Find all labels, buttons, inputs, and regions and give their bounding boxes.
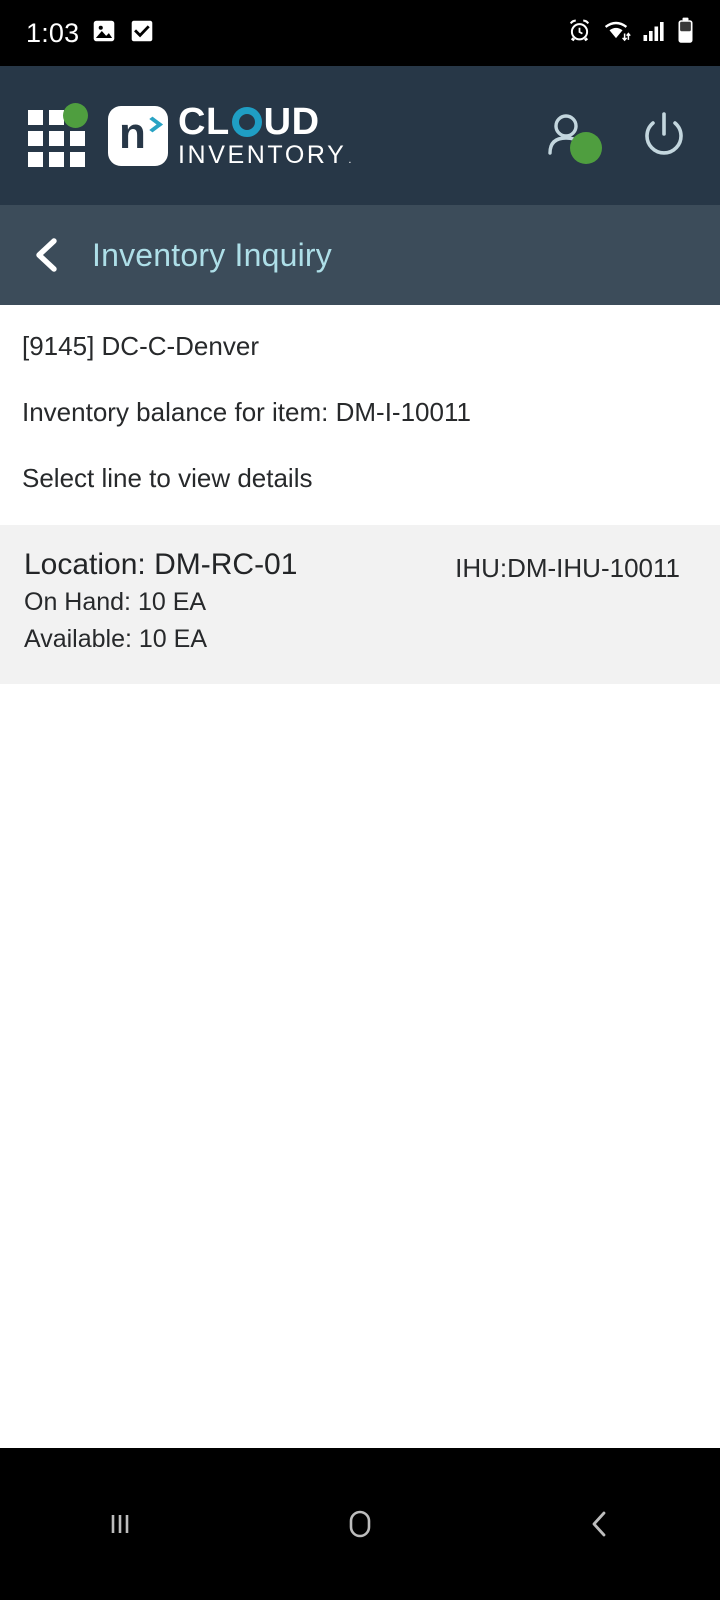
power-logout-button[interactable] [636,108,692,164]
home-icon [349,1510,371,1538]
main-content: [9145] DC-C-Denver Inventory balance for… [0,305,720,525]
inventory-row-left: Location: DM-RC-01 On Hand: 10 EA Availa… [24,547,455,658]
inventory-row[interactable]: Location: DM-RC-01 On Hand: 10 EA Availa… [0,525,720,684]
balance-line: Inventory balance for item: DM-I-10011 [22,397,471,427]
wifi-icon [603,18,631,48]
brand-cl: CL [178,101,230,143]
user-account-button[interactable] [542,108,602,164]
recents-icon [111,1515,129,1533]
brand-inventory-text: INVENTORY [178,141,347,169]
brand-logo: n CL UD INVENTORY . [108,103,354,168]
grid-square [70,130,85,146]
row-location: Location: DM-RC-01 [24,548,298,581]
recents-button[interactable] [0,1448,240,1600]
grid-square [49,130,64,146]
empty-list-area [0,683,720,1462]
app-header: n CL UD INVENTORY . [0,66,720,205]
brand-bottom-line: INVENTORY . [178,143,354,168]
brand-wordmark: CL UD INVENTORY . [178,103,354,168]
battery-icon [677,17,694,49]
back-button[interactable] [26,233,70,277]
instruction-line: Select line to view details [22,463,313,493]
phone-screen: 1:03 n CL UD INVENTORY . Inventory Inqui… [0,0,720,1600]
home-button[interactable] [240,1448,480,1600]
grid-square [49,151,64,167]
online-status-dot [570,131,602,164]
grid-square [28,130,43,146]
row-on-hand: On Hand: 10 EA [24,587,207,616]
brand-trademark: . [348,154,355,166]
grid-square [28,109,43,125]
alarm-icon [567,18,592,48]
grid-square [28,151,43,167]
status-bar-right [567,17,694,49]
brand-letter: n [119,108,146,158]
site-line: [9145] DC-C-Denver [22,331,259,361]
nav-back-button[interactable] [480,1448,720,1600]
status-clock: 1:03 [26,17,80,48]
back-chevron-icon [36,238,57,272]
page-title-bar: Inventory Inquiry [0,205,720,305]
image-icon [91,18,117,49]
signal-icon [642,19,666,48]
checkbox-checked-icon [129,18,155,49]
nulogic-n-icon: n [108,105,168,166]
status-dot-green [63,102,88,128]
brand-ud: UD [263,101,320,143]
page-title: Inventory Inquiry [92,236,332,273]
header-actions [542,108,692,164]
brand-top-line: CL UD [178,103,354,141]
app-grid-icon[interactable] [28,102,88,167]
row-available: Available: 10 EA [24,624,207,653]
brand-o-ring-icon [231,107,262,137]
back-icon [592,1511,606,1537]
grid-square [49,109,64,125]
grid-square [70,151,85,167]
android-nav-bar [0,1448,720,1600]
status-bar: 1:03 [0,0,720,66]
row-ihu: IHU:DM-IHU-10011 [455,553,680,583]
status-bar-left: 1:03 [26,18,155,49]
power-icon [645,111,683,155]
